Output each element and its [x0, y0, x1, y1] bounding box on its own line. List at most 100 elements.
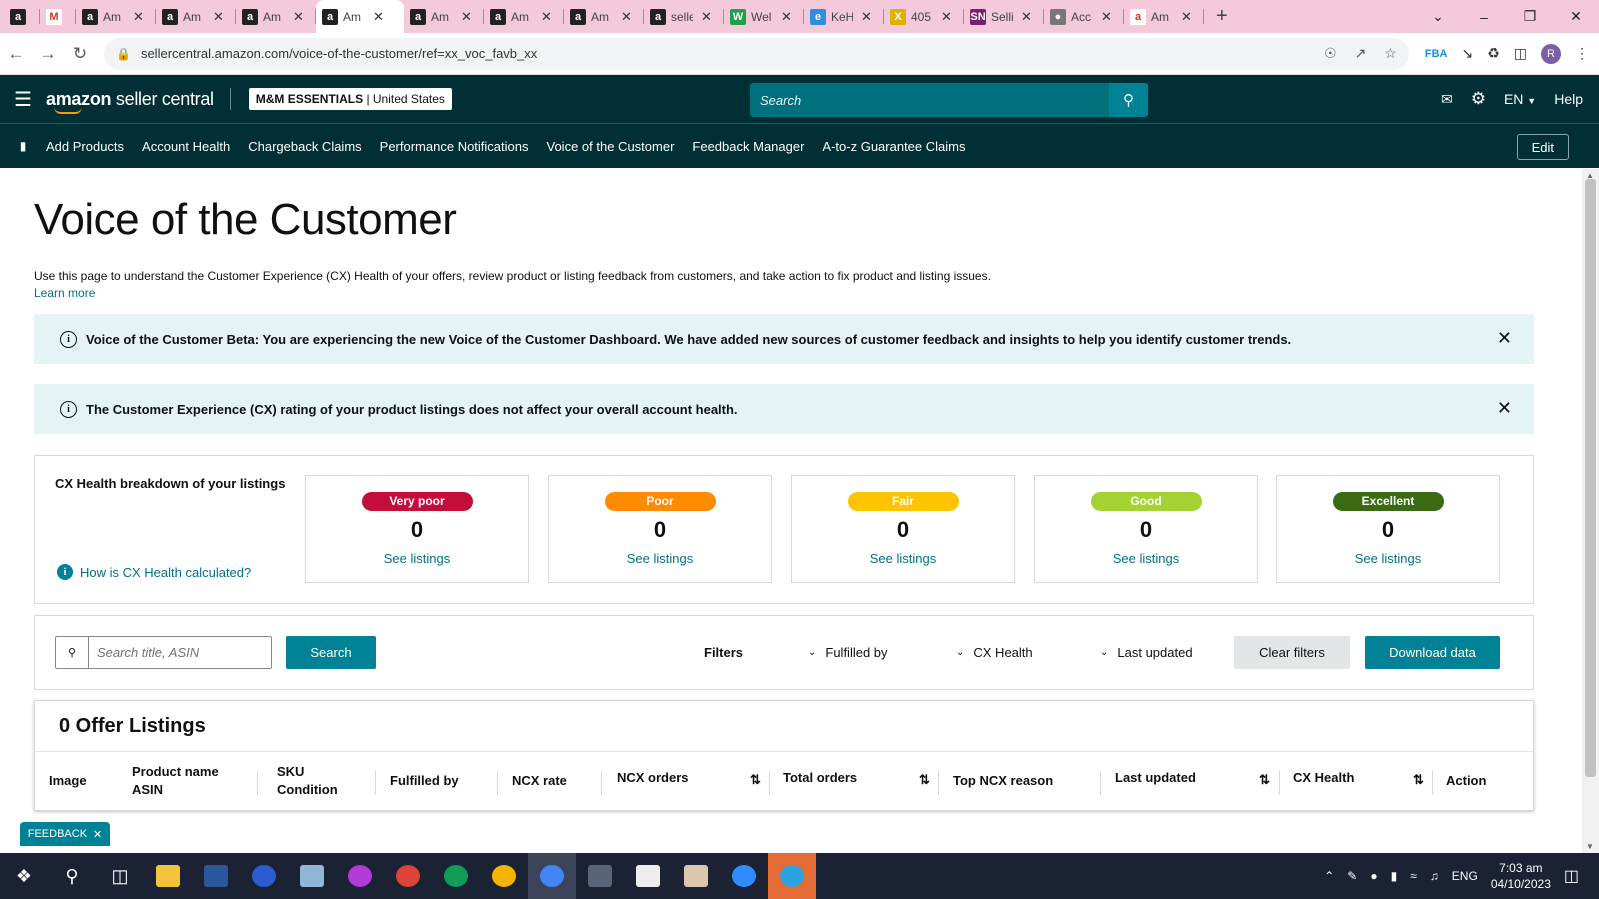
- window-close-icon[interactable]: ✕: [1553, 8, 1599, 25]
- tab-search-icon[interactable]: ⌄: [1415, 8, 1461, 25]
- browser-tab[interactable]: W Wel ✕: [724, 0, 804, 33]
- tab-close-icon[interactable]: ✕: [213, 9, 224, 25]
- sort-icon[interactable]: ⇅: [1413, 772, 1424, 788]
- minimize-icon[interactable]: –: [1461, 9, 1507, 25]
- browser-tab[interactable]: a Am ✕: [316, 0, 404, 33]
- seller-central-logo[interactable]: amazon seller central: [46, 89, 214, 114]
- sync-icon[interactable]: ☉: [1324, 45, 1337, 62]
- help-link[interactable]: Help: [1554, 91, 1583, 107]
- nav-item-a-to-z-guarantee-claims[interactable]: A-to-z Guarantee Claims: [822, 139, 965, 154]
- browser-tab[interactable]: a Am ✕: [1124, 0, 1204, 33]
- tab-close-icon[interactable]: ✕: [461, 9, 472, 25]
- browser-menu-icon[interactable]: ⋮: [1575, 45, 1589, 62]
- listing-search-button[interactable]: Search: [286, 636, 376, 669]
- bookmark-star-icon[interactable]: ☆: [1384, 45, 1397, 62]
- nav-item-performance-notifications[interactable]: Performance Notifications: [380, 139, 529, 154]
- fulfilled-by-dropdown[interactable]: ⌄ Fulfilled by: [808, 645, 888, 660]
- tab-close-icon[interactable]: ✕: [541, 9, 552, 25]
- browser-tab[interactable]: a Am ✕: [564, 0, 644, 33]
- sort-icon[interactable]: ⇅: [919, 772, 930, 788]
- chevron-up-icon[interactable]: ⌃: [1324, 869, 1334, 883]
- edit-nav-button[interactable]: Edit: [1516, 134, 1569, 160]
- app-icon[interactable]: [240, 853, 288, 899]
- hamburger-menu-icon[interactable]: ☰: [0, 87, 46, 112]
- last-updated-dropdown[interactable]: ⌄ Last updated: [1100, 645, 1193, 660]
- telegram-icon[interactable]: [768, 853, 816, 899]
- bookmark-icon[interactable]: ▮: [0, 139, 46, 153]
- notification-icon[interactable]: ◫: [1564, 866, 1579, 886]
- download-data-button[interactable]: Download data: [1365, 636, 1500, 669]
- header-search-input[interactable]: Search: [750, 83, 1109, 117]
- sort-icon[interactable]: ⇅: [1259, 772, 1270, 788]
- microphone-icon[interactable]: ●: [1370, 869, 1377, 883]
- tab-close-icon[interactable]: ✕: [621, 9, 632, 25]
- share-icon[interactable]: ↗: [1355, 45, 1367, 62]
- task-view-icon[interactable]: ◫: [96, 853, 144, 899]
- speaker-icon[interactable]: ♫: [1430, 869, 1439, 883]
- close-icon[interactable]: ✕: [1497, 328, 1512, 349]
- paint-icon[interactable]: [672, 853, 720, 899]
- messenger-icon[interactable]: [336, 853, 384, 899]
- chrome-icon[interactable]: [384, 853, 432, 899]
- browser-tab[interactable]: a Am ✕: [76, 0, 156, 33]
- scrollbar-thumb[interactable]: [1585, 179, 1596, 777]
- clear-filters-button[interactable]: Clear filters: [1234, 636, 1350, 669]
- side-panel-icon[interactable]: ◫: [1514, 45, 1527, 62]
- input-language[interactable]: ENG: [1452, 869, 1478, 883]
- scroll-down-icon[interactable]: ▼: [1586, 842, 1594, 851]
- tab-close-icon[interactable]: ✕: [1021, 9, 1032, 25]
- see-listings-link[interactable]: See listings: [306, 551, 528, 566]
- see-listings-link[interactable]: See listings: [1277, 551, 1499, 566]
- browser-tab[interactable]: e KeH ✕: [804, 0, 884, 33]
- see-listings-link[interactable]: See listings: [1035, 551, 1257, 566]
- mail-icon[interactable]: ✉: [1441, 91, 1453, 108]
- tab-close-icon[interactable]: ✕: [373, 9, 384, 25]
- new-tab-button[interactable]: +: [1204, 0, 1234, 33]
- word-icon[interactable]: [192, 853, 240, 899]
- nav-item-voice-of-the-customer[interactable]: Voice of the Customer: [547, 139, 675, 154]
- nav-item-feedback-manager[interactable]: Feedback Manager: [692, 139, 804, 154]
- battery-icon[interactable]: ▮: [1391, 869, 1398, 883]
- address-bar[interactable]: 🔒 sellercentral.amazon.com/voice-of-the-…: [104, 37, 1409, 70]
- pen-icon[interactable]: ✎: [1347, 869, 1357, 883]
- clock[interactable]: 7:03 am 04/10/2023: [1491, 860, 1551, 892]
- calculator-icon[interactable]: [576, 853, 624, 899]
- gear-icon[interactable]: ⚙: [1471, 89, 1486, 109]
- windows-start-icon[interactable]: ❖: [0, 853, 48, 899]
- nav-item-add-products[interactable]: Add Products: [46, 139, 124, 154]
- see-listings-link[interactable]: See listings: [792, 551, 1014, 566]
- tab-close-icon[interactable]: ✕: [1101, 9, 1112, 25]
- header-search-button[interactable]: ⚲: [1109, 83, 1148, 117]
- profile-avatar[interactable]: R: [1541, 43, 1561, 64]
- chrome-icon[interactable]: [528, 853, 576, 899]
- close-icon[interactable]: ✕: [93, 828, 102, 841]
- extensions-puzzle-icon[interactable]: ♻: [1487, 45, 1500, 62]
- chrome-icon[interactable]: [480, 853, 528, 899]
- see-listings-link[interactable]: See listings: [549, 551, 771, 566]
- browser-tab[interactable]: a Am ✕: [404, 0, 484, 33]
- lock-icon[interactable]: 🔒: [116, 47, 131, 61]
- cx-health-dropdown[interactable]: ⌄ CX Health: [956, 645, 1033, 660]
- feedback-tab[interactable]: FEEDBACK ✕: [20, 822, 110, 846]
- learn-more-link[interactable]: Learn more: [34, 286, 95, 300]
- listing-search-field[interactable]: ⚲ Search title, ASIN: [55, 636, 272, 669]
- page-scrollbar[interactable]: ▲ ▼: [1582, 169, 1599, 853]
- restore-icon[interactable]: ❐: [1507, 8, 1553, 25]
- tab-close-icon[interactable]: ✕: [701, 9, 712, 25]
- browser-tab[interactable]: a Am ✕: [236, 0, 316, 33]
- tab-close-icon[interactable]: ✕: [781, 9, 792, 25]
- back-icon[interactable]: ←: [0, 44, 32, 64]
- browser-tab[interactable]: a: [4, 0, 40, 33]
- tab-close-icon[interactable]: ✕: [293, 9, 304, 25]
- browser-tab[interactable]: SN Selli ✕: [964, 0, 1044, 33]
- browser-tab[interactable]: X 405 ✕: [884, 0, 964, 33]
- language-selector[interactable]: EN ▼: [1504, 91, 1536, 107]
- listing-search-input[interactable]: Search title, ASIN: [89, 637, 199, 668]
- nav-item-chargeback-claims[interactable]: Chargeback Claims: [248, 139, 361, 154]
- extension-arrow-icon[interactable]: ↘: [1461, 45, 1473, 62]
- browser-tab[interactable]: a Am ✕: [484, 0, 564, 33]
- browser-tab[interactable]: ● Acc ✕: [1044, 0, 1124, 33]
- how-cx-calculated-link[interactable]: i How is CX Health calculated?: [57, 564, 251, 580]
- tab-close-icon[interactable]: ✕: [133, 9, 144, 25]
- reload-icon[interactable]: ↻: [64, 44, 96, 64]
